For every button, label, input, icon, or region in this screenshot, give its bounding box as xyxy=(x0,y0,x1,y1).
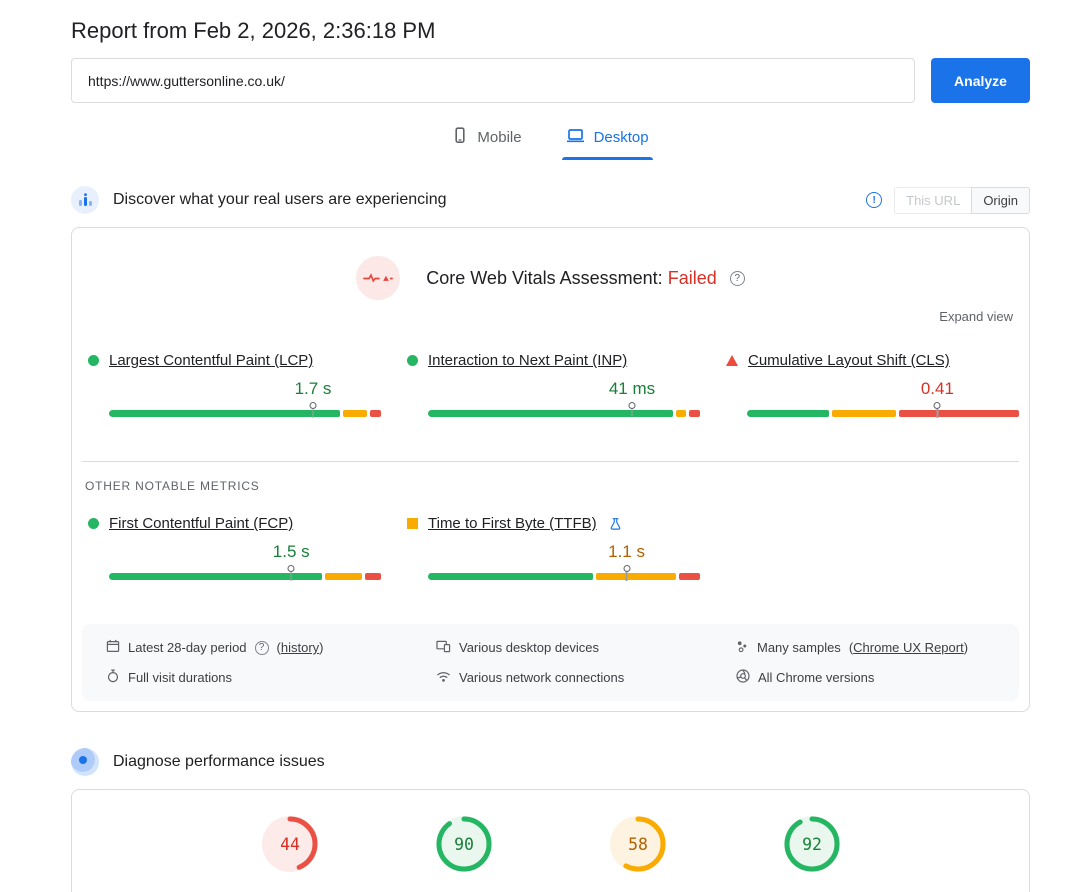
lcp-value: 1.7 s xyxy=(295,379,332,399)
chrome-icon xyxy=(736,669,750,686)
svg-text:58: 58 xyxy=(628,835,648,854)
other-metrics-label: OTHER NOTABLE METRICS xyxy=(85,479,1029,493)
expand-view-link[interactable]: Expand view xyxy=(939,309,1013,324)
samples-icon xyxy=(736,640,749,656)
calendar-icon xyxy=(106,639,120,656)
cls-link[interactable]: Cumulative Layout Shift (CLS) xyxy=(748,352,950,369)
metric-cls: Cumulative Layout Shift (CLS) 0.41 xyxy=(726,352,1019,431)
lcp-link[interactable]: Largest Contentful Paint (LCP) xyxy=(109,352,313,369)
field-data-header: Discover what your real users are experi… xyxy=(71,186,1030,214)
url-bar: Analyze xyxy=(71,58,1030,103)
stopwatch-icon xyxy=(106,669,120,686)
experiment-flask-icon xyxy=(609,517,622,531)
origin-toggle[interactable]: Origin xyxy=(971,187,1030,214)
metric-ttfb: Time to First Byte (TTFB) 1.1 s xyxy=(407,515,700,594)
fcp-link[interactable]: First Contentful Paint (FCP) xyxy=(109,515,293,532)
lab-data-card: 44 Performance 90 Accessibility 58 Best … xyxy=(71,789,1030,892)
network-icon xyxy=(436,670,451,686)
cls-distribution-bar xyxy=(747,410,1019,417)
cls-status-icon xyxy=(726,355,738,366)
metric-fcp: First Contentful Paint (FCP) 1.5 s xyxy=(88,515,381,594)
cwv-assessment-result: Failed xyxy=(668,268,717,288)
crux-versions: All Chrome versions xyxy=(736,669,1009,686)
period-help-icon[interactable] xyxy=(255,641,269,655)
device-tabs: Mobile Desktop xyxy=(71,127,1030,160)
svg-text:44: 44 xyxy=(280,835,300,854)
cwv-assessment-label: Core Web Vitals Assessment: xyxy=(426,268,662,288)
fcp-distribution-bar xyxy=(109,573,381,580)
crux-devices: Various desktop devices xyxy=(436,639,736,656)
inp-value: 41 ms xyxy=(609,379,655,399)
desktop-laptop-icon xyxy=(566,128,585,148)
svg-text:90: 90 xyxy=(454,835,474,854)
info-icon[interactable] xyxy=(866,192,882,208)
crux-period: Latest 28-day period history xyxy=(106,639,436,656)
tab-mobile-label: Mobile xyxy=(477,129,521,146)
metric-lcp: Largest Contentful Paint (LCP) 1.7 s xyxy=(88,352,381,431)
other-metrics-row: First Contentful Paint (FCP) 1.5 s Time … xyxy=(72,493,1029,594)
tab-desktop-label: Desktop xyxy=(594,129,649,146)
crux-durations: Full visit durations xyxy=(106,669,436,686)
field-data-card: Core Web Vitals Assessment: Failed Expan… xyxy=(71,227,1030,712)
ttfb-value: 1.1 s xyxy=(608,542,645,562)
ttfb-status-icon xyxy=(407,518,418,529)
ttfb-link[interactable]: Time to First Byte (TTFB) xyxy=(428,515,597,532)
fcp-status-icon xyxy=(88,518,99,529)
score-seo[interactable]: 92 SEO xyxy=(757,814,867,892)
history-link[interactable]: history xyxy=(281,640,319,655)
lcp-status-icon xyxy=(88,355,99,366)
lcp-distribution-bar xyxy=(109,410,381,417)
diagnose-gauge-icon xyxy=(71,748,99,776)
category-scores: 44 Performance 90 Accessibility 58 Best … xyxy=(72,790,1029,892)
crux-network: Various network connections xyxy=(436,669,736,686)
score-accessibility[interactable]: 90 Accessibility xyxy=(409,814,519,892)
core-metrics-row: Largest Contentful Paint (LCP) 1.7 s Int… xyxy=(72,326,1029,431)
metrics-divider xyxy=(82,461,1019,462)
tab-mobile[interactable]: Mobile xyxy=(452,127,521,160)
ttfb-distribution-bar xyxy=(428,573,700,580)
crux-samples: Many samples Chrome UX Report xyxy=(736,639,1009,656)
best-practices-gauge: 58 xyxy=(608,814,668,879)
lab-data-header: Diagnose performance issues xyxy=(71,748,1030,776)
mobile-phone-icon xyxy=(452,127,468,148)
url-input[interactable] xyxy=(71,58,915,103)
cls-value: 0.41 xyxy=(921,379,954,399)
seo-gauge: 92 xyxy=(782,814,842,879)
metric-inp: Interaction to Next Paint (INP) 41 ms xyxy=(407,352,700,431)
crux-summary: Latest 28-day period history Full visit … xyxy=(82,624,1019,701)
accessibility-gauge: 90 xyxy=(434,814,494,879)
crux-report-link[interactable]: Chrome UX Report xyxy=(853,640,964,655)
devices-icon xyxy=(436,639,451,656)
svg-text:92: 92 xyxy=(802,835,822,854)
inp-distribution-bar xyxy=(428,410,700,417)
score-best-practices[interactable]: 58 Best Practices xyxy=(583,814,693,892)
performance-gauge: 44 xyxy=(260,814,320,879)
fcp-value: 1.5 s xyxy=(273,542,310,562)
cwv-assessment: Core Web Vitals Assessment: Failed xyxy=(72,228,1029,300)
score-performance[interactable]: 44 Performance xyxy=(235,814,345,892)
analyze-button[interactable]: Analyze xyxy=(931,58,1030,103)
tab-desktop[interactable]: Desktop xyxy=(566,127,649,160)
real-users-icon xyxy=(71,186,99,214)
field-section-title: Discover what your real users are experi… xyxy=(113,191,446,209)
heartbeat-icon xyxy=(356,256,400,300)
inp-status-icon xyxy=(407,355,418,366)
page-title: Report from Feb 2, 2026, 2:36:18 PM xyxy=(71,18,1030,44)
this-url-toggle[interactable]: This URL xyxy=(894,187,971,214)
inp-link[interactable]: Interaction to Next Paint (INP) xyxy=(428,352,627,369)
cwv-help-icon[interactable] xyxy=(730,271,745,286)
lab-section-title: Diagnose performance issues xyxy=(113,753,325,771)
